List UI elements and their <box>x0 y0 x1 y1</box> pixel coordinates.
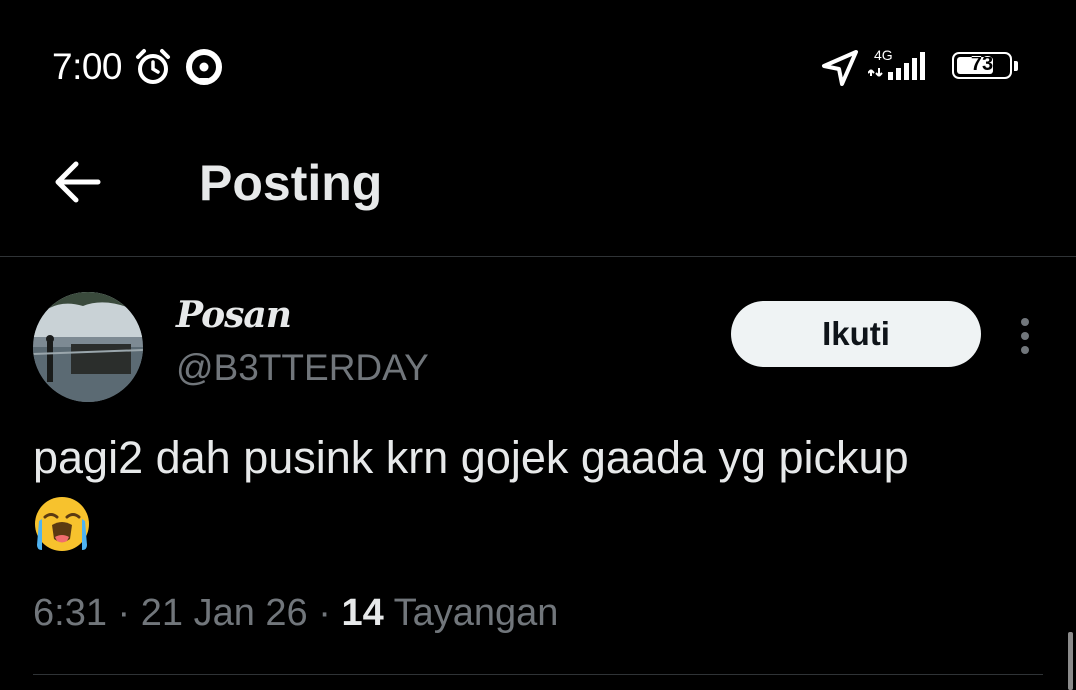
battery-icon: 73 <box>952 52 1012 79</box>
status-bar: 7:00 4G 73 <box>0 0 1076 130</box>
gojek-icon <box>186 49 222 85</box>
battery-level: 73 <box>970 53 994 75</box>
top-app-bar: Posting <box>0 130 1076 257</box>
more-dot <box>1021 332 1029 340</box>
post-date[interactable]: 21 Jan 26 <box>141 592 308 634</box>
loudly-crying-face-icon <box>35 497 89 552</box>
location-arrow-icon <box>822 50 858 86</box>
meta-separator: · <box>117 592 131 634</box>
post-meta: 6:31 · 21 Jan 26 · 14 Tayangan <box>33 592 558 635</box>
back-button[interactable] <box>48 152 108 212</box>
views-label[interactable]: Tayangan <box>394 592 559 634</box>
avatar[interactable] <box>33 292 143 402</box>
page-title: Posting <box>199 155 383 211</box>
arrow-left-icon <box>55 161 101 203</box>
post-time[interactable]: 6:31 <box>33 592 107 634</box>
more-dot <box>1021 346 1029 354</box>
post-text-content: pagi2 dah pusink krn gojek gaada yg pick… <box>33 432 909 483</box>
avatar-image <box>33 292 143 402</box>
signal-icon <box>868 52 925 80</box>
alarm-icon <box>136 49 170 84</box>
meta-separator: · <box>318 592 331 634</box>
scrollbar[interactable] <box>1068 632 1073 690</box>
follow-button[interactable]: Ikuti <box>731 301 981 367</box>
post-text: pagi2 dah pusink krn gojek gaada yg pick… <box>33 428 1043 553</box>
display-name[interactable]: Posan <box>176 294 292 336</box>
views-count[interactable]: 14 <box>341 592 383 634</box>
more-dot <box>1021 318 1029 326</box>
user-handle[interactable]: @B3TTERDAY <box>176 347 429 389</box>
divider <box>33 674 1043 675</box>
status-time: 7:00 <box>52 46 123 87</box>
more-options-button[interactable] <box>1010 314 1040 358</box>
post-detail-screen: 7:00 4G 73 Posting Posan @B3TTERDAY Ikut… <box>0 0 1076 690</box>
battery-tip <box>1014 61 1018 71</box>
